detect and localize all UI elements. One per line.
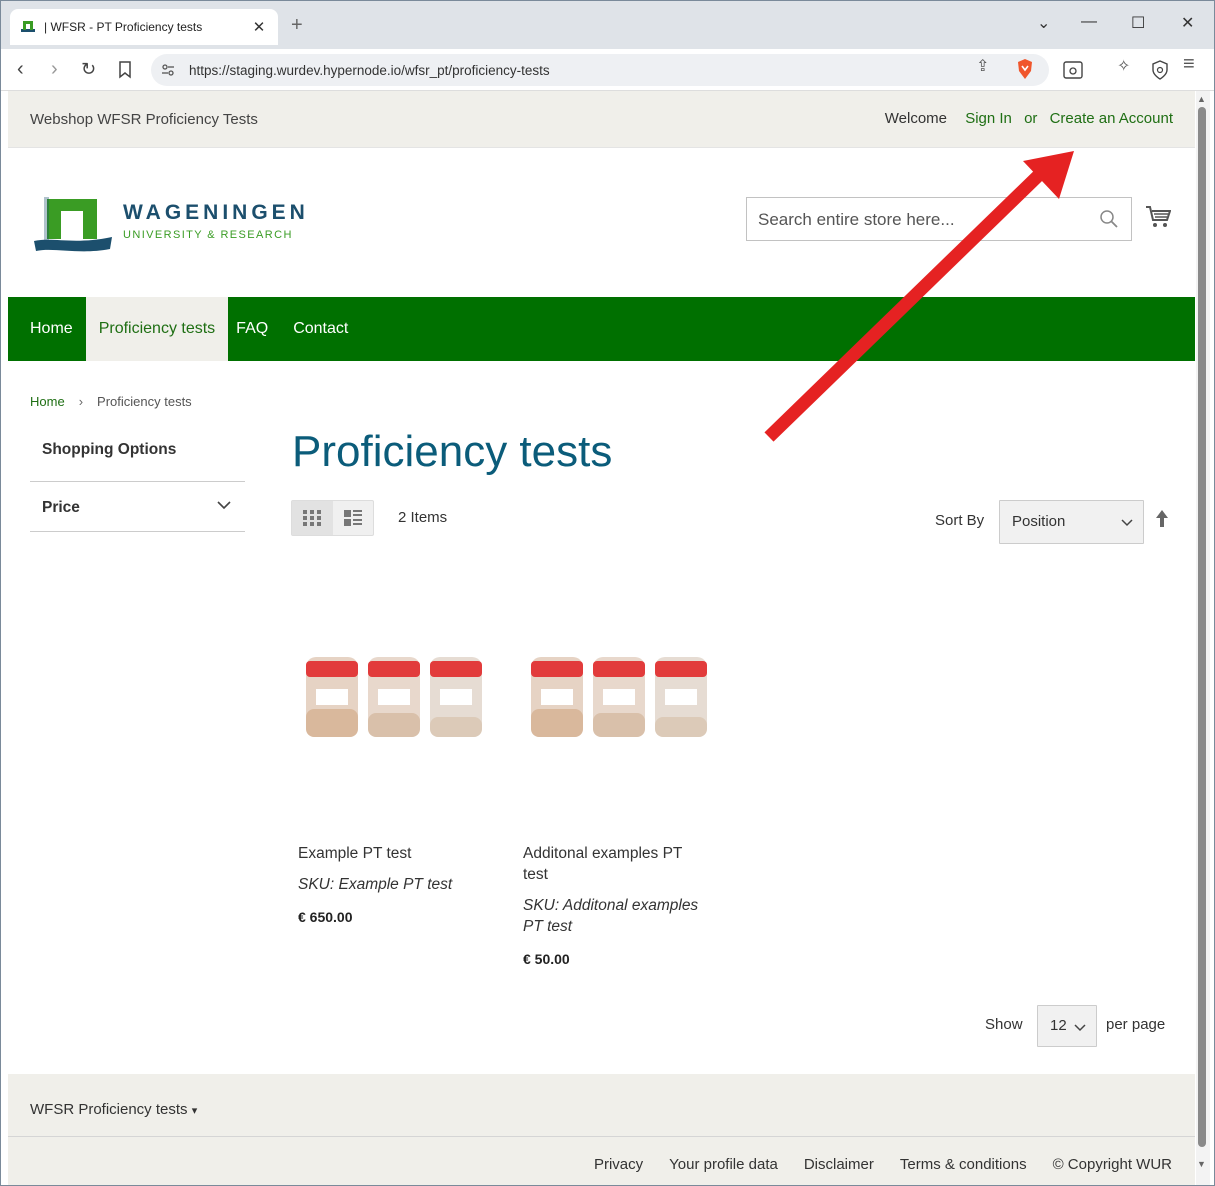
browser-window: | WFSR - PT Proficiency tests ✕ + ⌄ — ☐ … (0, 0, 1215, 1186)
breadcrumb-current: Proficiency tests (97, 394, 192, 409)
scrollbar-thumb[interactable] (1198, 107, 1206, 1147)
footer-copyright: © Copyright WUR (1052, 1156, 1172, 1173)
product-sku: SKU: Additonal examples PT test (523, 897, 699, 935)
header-links: Welcome Sign In or Create an Account (877, 110, 1173, 127)
reader-mode-icon[interactable] (1063, 61, 1083, 79)
share-icon[interactable]: ⇪ (976, 56, 989, 76)
new-tab-icon[interactable]: + (291, 14, 303, 37)
product-name[interactable]: Example PT test (298, 843, 488, 864)
panel-header: Webshop WFSR Proficiency Tests Welcome S… (8, 91, 1195, 148)
footer-link-terms[interactable]: Terms & conditions (900, 1156, 1027, 1173)
tab-list-chevron-icon[interactable]: ⌄ (1037, 13, 1050, 33)
chevron-down-icon (217, 501, 231, 510)
page-viewport: Webshop WFSR Proficiency Tests Welcome S… (8, 91, 1195, 1185)
nav-home[interactable]: Home (8, 297, 86, 361)
wur-logo[interactable]: WAGENINGEN UNIVERSITY & RESEARCH (34, 197, 334, 257)
footer-link-privacy[interactable]: Privacy (594, 1156, 643, 1173)
product-image[interactable] (521, 591, 721, 791)
tab-close-icon[interactable]: ✕ (250, 18, 268, 36)
wur-logo-mark-icon (34, 197, 112, 252)
nav-proficiency-tests[interactable]: Proficiency tests (85, 297, 229, 361)
main-navigation: Home Proficiency tests FAQ Contact (8, 297, 1195, 361)
logo-subtitle: UNIVERSITY & RESEARCH (123, 229, 293, 241)
shopping-options-title: Shopping Options (42, 441, 177, 458)
per-page-value: 12 (1050, 1017, 1067, 1034)
bookmark-icon[interactable] (118, 61, 132, 79)
wur-favicon-icon (21, 21, 35, 32)
footer-links: Privacy Your profile data Disclaimer Ter… (594, 1156, 1172, 1173)
vertical-scrollbar[interactable]: ▲ ▼ (1196, 91, 1210, 1185)
price-filter-label: Price (42, 499, 80, 516)
grid-icon (303, 510, 322, 526)
grid-view-button[interactable] (292, 501, 333, 535)
sort-by-label: Sort By (935, 512, 985, 529)
product-image[interactable] (296, 591, 496, 791)
price-filter[interactable]: Price (30, 481, 245, 532)
url-text: https://staging.wurdev.hypernode.io/wfsr… (189, 62, 550, 78)
scroll-up-icon[interactable]: ▲ (1197, 94, 1206, 104)
nav-contact[interactable]: Contact (280, 297, 361, 361)
sort-direction-arrow-icon[interactable] (1154, 509, 1170, 529)
address-bar[interactable]: https://staging.wurdev.hypernode.io/wfsr… (151, 54, 1049, 86)
create-account-link[interactable]: Create an Account (1050, 110, 1173, 127)
footer-divider (8, 1136, 1195, 1137)
show-label: Show (985, 1016, 1023, 1033)
page-title: Proficiency tests (292, 427, 613, 476)
maximize-icon[interactable]: ☐ (1131, 13, 1145, 33)
breadcrumb-separator: › (78, 394, 84, 409)
search-placeholder: Search entire store here... (758, 210, 955, 229)
leo-ai-icon[interactable]: ✧ (1117, 56, 1130, 76)
sort-by-value: Position (1012, 513, 1066, 530)
per-page-label: per page (1106, 1016, 1166, 1033)
per-page-select[interactable]: 12 (1037, 1005, 1097, 1047)
reload-icon[interactable]: ↻ (81, 58, 96, 80)
breadcrumb: Home › Proficiency tests (30, 394, 192, 409)
footer-title-text: WFSR Proficiency tests (30, 1101, 188, 1118)
or-text: or (1024, 110, 1038, 127)
sort-by-select[interactable]: Position (999, 500, 1144, 544)
view-mode-switcher (291, 500, 374, 536)
product-sku: SKU: Example PT test (298, 876, 453, 893)
brave-shields-icon[interactable] (1016, 58, 1034, 80)
sign-in-link[interactable]: Sign In (965, 110, 1012, 127)
welcome-text: Welcome (884, 110, 948, 127)
tab-title: | WFSR - PT Proficiency tests (44, 20, 203, 34)
browser-tab[interactable]: | WFSR - PT Proficiency tests ✕ (10, 9, 278, 45)
search-icon[interactable] (1099, 209, 1119, 229)
breadcrumb-home[interactable]: Home (30, 394, 65, 409)
footer: WFSR Proficiency tests ▾ Privacy Your pr… (8, 1074, 1195, 1185)
scroll-down-icon[interactable]: ▼ (1197, 1159, 1206, 1169)
nav-faq[interactable]: FAQ (228, 297, 280, 361)
back-icon[interactable]: ‹ (17, 58, 24, 80)
minimize-icon[interactable]: — (1081, 13, 1097, 31)
forward-icon[interactable]: › (51, 58, 58, 80)
shop-name: Webshop WFSR Proficiency Tests (30, 111, 258, 128)
list-view-button[interactable] (333, 501, 374, 535)
chevron-down-icon (1121, 519, 1133, 527)
browser-toolbar: ‹ › ↻ https://staging.wurdev.hypernode.i… (1, 49, 1214, 91)
product-name[interactable]: Additonal examples PT test (523, 843, 703, 885)
list-icon (343, 510, 362, 526)
chevron-down-icon (1074, 1024, 1086, 1032)
logo-name: WAGENINGEN (123, 201, 309, 224)
chevron-down-icon: ▾ (191, 1105, 198, 1117)
menu-icon[interactable]: ≡ (1183, 53, 1195, 76)
cart-icon[interactable] (1145, 204, 1171, 230)
tab-strip: | WFSR - PT Proficiency tests ✕ + ⌄ — ☐ … (1, 1, 1214, 49)
items-count: 2 Items (398, 509, 448, 526)
footer-title[interactable]: WFSR Proficiency tests ▾ (30, 1101, 197, 1118)
window-close-icon[interactable]: ✕ (1181, 13, 1194, 33)
footer-link-profile-data[interactable]: Your profile data (669, 1156, 778, 1173)
site-settings-icon[interactable] (161, 63, 175, 77)
vpn-shield-icon[interactable] (1151, 60, 1169, 80)
product-price: € 650.00 (298, 909, 353, 925)
footer-link-disclaimer[interactable]: Disclaimer (804, 1156, 874, 1173)
search-input[interactable]: Search entire store here... (746, 197, 1132, 241)
product-price: € 50.00 (523, 951, 570, 967)
